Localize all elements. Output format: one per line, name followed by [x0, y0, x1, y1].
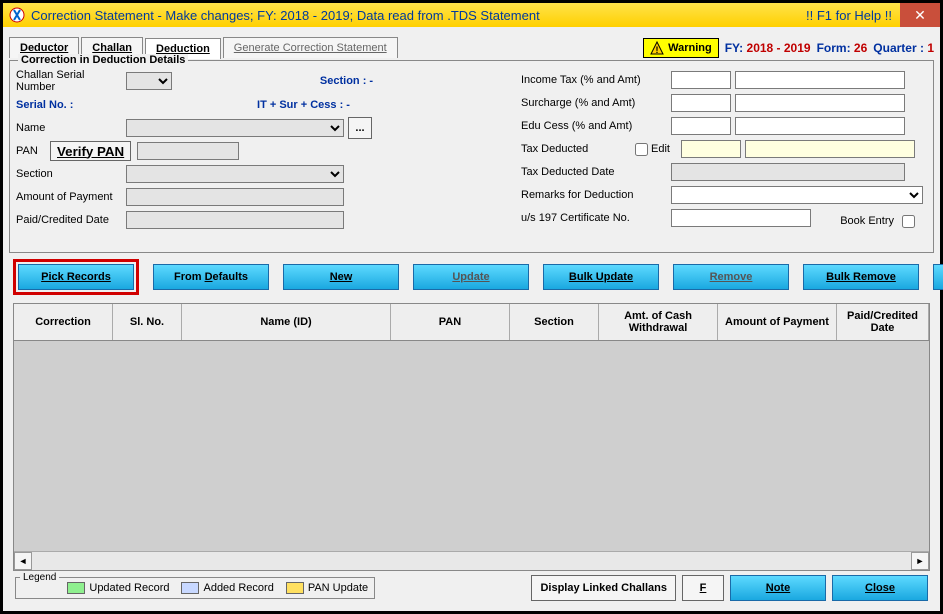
update-button[interactable]: Update [413, 264, 529, 290]
income-tax-pct-input[interactable] [671, 71, 731, 89]
group-legend: Correction in Deduction Details [18, 54, 188, 66]
label-section: Section [16, 168, 126, 180]
table-body[interactable] [14, 341, 929, 551]
label-challan-serial: Challan Serial Number [16, 69, 126, 93]
educess-amt-input[interactable] [735, 117, 905, 135]
scroll-right-arrow[interactable]: ► [911, 552, 929, 570]
help-hint[interactable]: !! F1 for Help !! [806, 8, 892, 23]
us197-input[interactable] [671, 209, 811, 227]
challan-serial-select[interactable] [126, 72, 172, 90]
col-amt-cash[interactable]: Amt. of Cash Withdrawal [599, 304, 718, 340]
educess-pct-input[interactable] [671, 117, 731, 135]
label-book-entry: Book Entry [840, 215, 894, 227]
col-correction[interactable]: Correction [14, 304, 113, 340]
svg-text:!: ! [656, 45, 659, 55]
deduction-table: Correction Sl. No. Name (ID) PAN Section… [13, 303, 930, 571]
col-slno[interactable]: Sl. No. [113, 304, 182, 340]
label-us197: u/s 197 Certificate No. [521, 212, 671, 224]
label-tax-deducted-date: Tax Deducted Date [521, 166, 671, 178]
legend-added: Added Record [181, 582, 273, 594]
tab-generate-correction[interactable]: Generate Correction Statement [223, 37, 398, 58]
verify-pan-button[interactable]: Verify PAN [50, 141, 131, 161]
label-surcharge: Surcharge (% and Amt) [521, 97, 671, 109]
edit-checkbox[interactable] [635, 143, 648, 156]
legend-box: Legend Updated Record Added Record PAN U… [15, 577, 375, 599]
label-remarks: Remarks for Deduction [521, 189, 671, 201]
action-button-row: Pick Records From From DefaultsDefaults … [9, 253, 934, 299]
surcharge-pct-input[interactable] [671, 94, 731, 112]
col-name-id[interactable]: Name (ID) [182, 304, 391, 340]
remarks-select[interactable] [671, 186, 923, 204]
bulk-update-button[interactable]: Bulk Update [543, 264, 659, 290]
tax-deducted-pct-input[interactable] [681, 140, 741, 158]
close-button[interactable]: Close [832, 575, 928, 601]
label-pan: PAN [16, 145, 50, 157]
income-tax-amt-input[interactable] [735, 71, 905, 89]
deduction-details-group: Correction in Deduction Details Challan … [9, 60, 934, 253]
remove-button[interactable]: Remove [673, 264, 789, 290]
section-select[interactable] [126, 165, 344, 183]
label-tax-deducted: Tax Deducted [521, 143, 611, 155]
label-edu-cess: Edu Cess (% and Amt) [521, 120, 671, 132]
col-paid-date[interactable]: Paid/Credited Date [837, 304, 929, 340]
scroll-left-arrow[interactable]: ◄ [14, 552, 32, 570]
title-bar: Correction Statement - Make changes; FY:… [3, 3, 940, 27]
tax-deducted-amt-input[interactable] [745, 140, 915, 158]
warning-badge: ! Warning [643, 38, 719, 58]
pick-records-button[interactable]: Pick Records [18, 264, 134, 290]
credit-status-button[interactable]: Credit Status [933, 264, 943, 290]
window-close-button[interactable]: ✕ [900, 3, 940, 27]
display-linked-challans-button[interactable]: Display Linked Challans [531, 575, 676, 601]
paid-date-input[interactable] [126, 211, 344, 229]
book-entry-checkbox[interactable] [902, 215, 915, 228]
tax-deducted-date-input[interactable] [671, 163, 905, 181]
label-edit: Edit [651, 143, 681, 155]
col-section[interactable]: Section [510, 304, 599, 340]
warning-icon: ! [650, 41, 664, 55]
bulk-remove-button[interactable]: Bulk Remove [803, 264, 919, 290]
new-button[interactable]: New [283, 264, 399, 290]
label-name: Name [16, 122, 126, 134]
label-paid-date: Paid/Credited Date [16, 214, 126, 226]
name-select[interactable] [126, 119, 344, 137]
amount-payment-input[interactable] [126, 188, 344, 206]
app-icon [9, 7, 25, 23]
legend-title: Legend [20, 572, 59, 583]
name-browse-button[interactable]: ... [348, 117, 372, 139]
window-title: Correction Statement - Make changes; FY:… [31, 8, 806, 23]
legend-pan-update: PAN Update [286, 582, 368, 594]
pick-records-highlight: Pick Records [13, 259, 139, 295]
col-amt-pay[interactable]: Amount of Payment [718, 304, 837, 340]
note-button[interactable]: Note [730, 575, 826, 601]
f-button[interactable]: F [682, 575, 724, 601]
surcharge-amt-input[interactable] [735, 94, 905, 112]
legend-updated: Updated Record [67, 582, 169, 594]
col-pan[interactable]: PAN [391, 304, 510, 340]
label-amount-payment: Amount of Payment [16, 191, 126, 203]
label-income-tax: Income Tax (% and Amt) [521, 74, 671, 86]
pan-input[interactable] [137, 142, 239, 160]
horizontal-scrollbar[interactable]: ◄ ► [14, 551, 929, 570]
from-defaults-button[interactable]: From From DefaultsDefaults [153, 264, 269, 290]
